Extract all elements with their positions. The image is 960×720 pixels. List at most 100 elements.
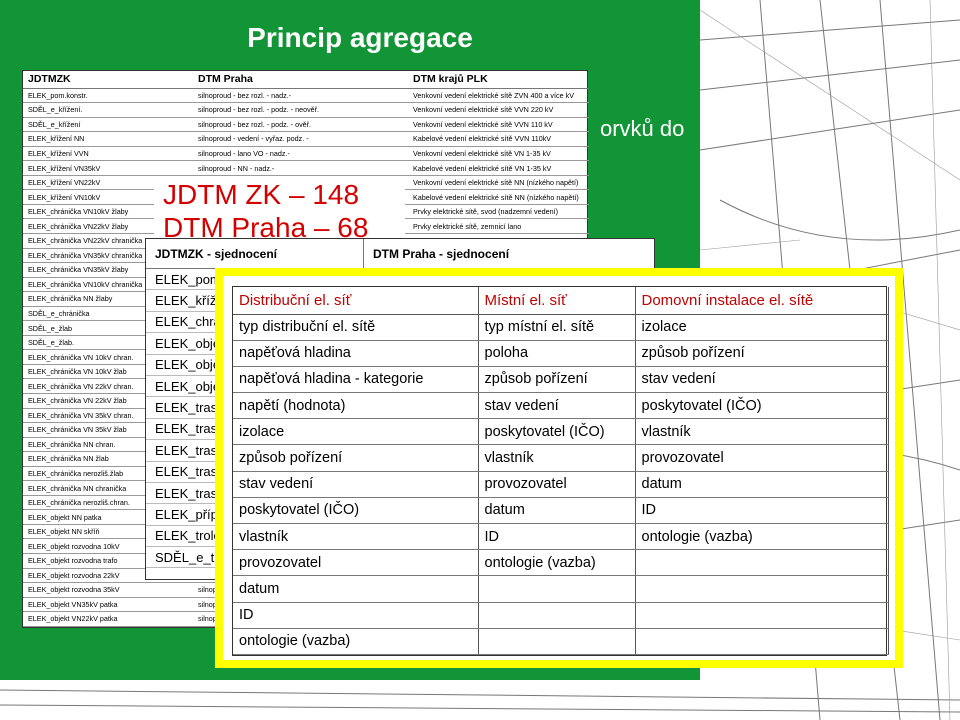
table-row: typ distribuční el. sítě typ místní el. s… — [233, 314, 889, 341]
network-attributes-table: Distribuční el. síť Místní el. síť Domov… — [232, 286, 889, 656]
table-row: napětí (hodnota) stav vedení poskytovatel … — [233, 392, 889, 420]
table-cell: ELEK_křížení NN — [23, 131, 193, 147]
header-jdtmzk: JDTMZK — [23, 71, 193, 89]
table-cell: silnoproud - NN - nadz.- — [193, 160, 408, 176]
table-row: vlastník ID ontologie (vazba) — [233, 523, 889, 551]
table-cell: poskytovatel (IČO) — [233, 497, 479, 525]
header-distribution-network: Distribuční el. síť — [233, 287, 479, 315]
table-cell: provozovatel — [478, 471, 636, 498]
table-cell: silnoproud - vedení - vyřaz. podz. - — [193, 131, 408, 147]
table-cell: izolace — [635, 314, 889, 341]
table-cell: provozovatel — [635, 444, 889, 472]
table-cell — [635, 602, 889, 629]
table-cell — [635, 628, 889, 655]
table-cell: Kabelové vedení elektrické sítě NN (nízk… — [408, 189, 589, 205]
header-dtm-praha-unified: DTM Praha - sjednocení — [373, 246, 510, 261]
table-cell — [478, 602, 636, 629]
table-row: izolace poskytovatel (IČO) vlastník — [233, 418, 889, 446]
mapping-table-header: JDTMZK DTM Praha DTM krajů PLK — [23, 71, 589, 89]
table-row: SDĚL_e_křížení silnoproud - bez rozl. - p… — [23, 117, 589, 133]
table-cell: Venkovní vedení elektrické sítě NN (nízk… — [408, 175, 589, 191]
table-cell: typ místní el. sítě — [478, 314, 636, 341]
table-cell — [635, 549, 889, 577]
table-cell: datum — [478, 497, 636, 525]
table-row: ELEK_křížení VVN silnoproud - lano VO - n… — [23, 146, 589, 162]
table-row: datum — [233, 575, 889, 603]
table-cell: datum — [233, 575, 479, 603]
table-cell: ontologie (vazba) — [478, 549, 636, 577]
table-cell: ID — [478, 523, 636, 551]
table-row: ID — [233, 602, 889, 629]
table-cell: Prvky elektrické sítě, svod (nadzemní ve… — [408, 204, 589, 220]
table-cell — [478, 628, 636, 655]
table-cell: Kabelové vedení elektrické sítě VVN 110k… — [408, 131, 589, 147]
table-cell: ELEK_objekt rozvodna 35kV — [23, 582, 193, 598]
table-cell: ID — [635, 497, 889, 525]
table-cell: Venkovní vedení elektrické sítě VN 1-35 … — [408, 146, 589, 162]
background-text: orvků do — [600, 116, 685, 141]
table-cell: napěťová hladina — [233, 340, 479, 367]
table-cell: SDĚL_e_křížení — [23, 117, 193, 133]
header-local-network: Místní el. síť — [478, 287, 636, 315]
table-cell — [635, 575, 889, 603]
table-cell: napětí (hodnota) — [233, 392, 479, 420]
table-cell: stav vedení — [478, 392, 636, 420]
table-cell: izolace — [233, 418, 479, 446]
slide-title: Princip agregace — [247, 22, 473, 53]
table-cell: stav vedení — [635, 366, 889, 394]
table-cell: ELEK_objekt VN35kV patka — [23, 597, 193, 613]
table-cell: vlastník — [233, 523, 479, 551]
table-cell: ELEK_objekt VN22kV patka — [23, 611, 193, 627]
table-cell: Prvky elektrické sítě, zemnicí lano — [408, 218, 589, 234]
table-cell: datum — [635, 471, 889, 498]
count-jdtm-zk: JDTM ZK – 148 — [163, 179, 360, 210]
table-row: napěťová hladina - kategorie způsob poříz… — [233, 366, 889, 394]
table-cell: silnoproud - bez rozl. - podz. - ověř. — [193, 117, 408, 133]
table-cell: silnoproud - bez rozl. - nadz.- — [193, 88, 408, 104]
table-row: napěťová hladina poloha způsob pořízení — [233, 340, 889, 367]
table-row: ontologie (vazba) — [233, 628, 889, 655]
table-cell: vlastník — [478, 444, 636, 472]
table-cell: poskytovatel (IČO) — [635, 392, 889, 420]
table-cell: napěťová hladina - kategorie — [233, 366, 479, 394]
table-cell: Kabelové vedení elektrické sítě VN 1-35 … — [408, 160, 589, 176]
table-cell: typ distribuční el. sítě — [233, 314, 479, 341]
table-cell: způsob pořízení — [478, 366, 636, 394]
network-table-header: Distribuční el. síť Místní el. síť Domov… — [233, 287, 889, 315]
table-cell — [478, 575, 636, 603]
table-cell: ontologie (vazba) — [635, 523, 889, 551]
table-cell: vlastník — [635, 418, 889, 446]
header-home-installation: Domovní instalace el. sítě — [635, 287, 889, 315]
table-row: ELEK_křížení NN silnoproud - vedení - vyř… — [23, 131, 589, 147]
table-cell: Venkovní vedení elektrické sítě VVN 220 … — [408, 102, 589, 118]
table-cell: silnoproud - bez rozl. - podz. - neověř. — [193, 102, 408, 118]
table-row: SDĚL_e_křížení. silnoproud - bez rozl. - … — [23, 102, 589, 118]
table-row: ELEK_křížení VN35kV silnoproud - NN - nad… — [23, 160, 589, 176]
header-dtm-praha: DTM Praha — [193, 71, 408, 89]
table-cell: silnoproud - lano VO - nadz.- — [193, 146, 408, 162]
network-attributes-panel: Distribuční el. síť Místní el. síť Domov… — [215, 268, 903, 668]
table-cell: stav vedení — [233, 471, 479, 498]
table-row: poskytovatel (IČO) datum ID — [233, 497, 889, 525]
header-dtm-plk: DTM krajů PLK — [408, 71, 589, 89]
table-row: způsob pořízení vlastník provozovatel — [233, 444, 889, 472]
table-cell: Venkovní vedení elektrické sítě VVN 110 … — [408, 117, 589, 133]
unified-table-header: JDTMZK - sjednocení DTM Praha - sjednoce… — [146, 239, 654, 269]
table-cell: SDĚL_e_křížení. — [23, 102, 193, 118]
table-cell: Venkovní vedení elektrické sítě ZVN 400 … — [408, 88, 589, 104]
table-cell: způsob pořízení — [233, 444, 479, 472]
count-box: JDTM ZK – 148 DTM Praha – 68 — [154, 178, 405, 238]
table-row: ELEK_pom.konstr. silnoproud - bez rozl. -… — [23, 88, 589, 104]
table-cell: poskytovatel (IČO) — [478, 418, 636, 446]
table-cell: ID — [233, 602, 479, 629]
table-cell: ontologie (vazba) — [233, 628, 479, 655]
table-cell: ELEK_pom.konstr. — [23, 88, 193, 104]
table-cell: provozovatel — [233, 549, 479, 577]
table-cell: poloha — [478, 340, 636, 367]
table-cell: způsob pořízení — [635, 340, 889, 367]
table-row: provozovatel ontologie (vazba) — [233, 549, 889, 577]
count-dtm-praha: DTM Praha – 68 — [163, 212, 369, 238]
table-row: stav vedení provozovatel datum — [233, 471, 889, 498]
header-jdtmzk-unified: JDTMZK - sjednocení — [146, 239, 364, 268]
table-cell: ELEK_křížení VVN — [23, 146, 193, 162]
